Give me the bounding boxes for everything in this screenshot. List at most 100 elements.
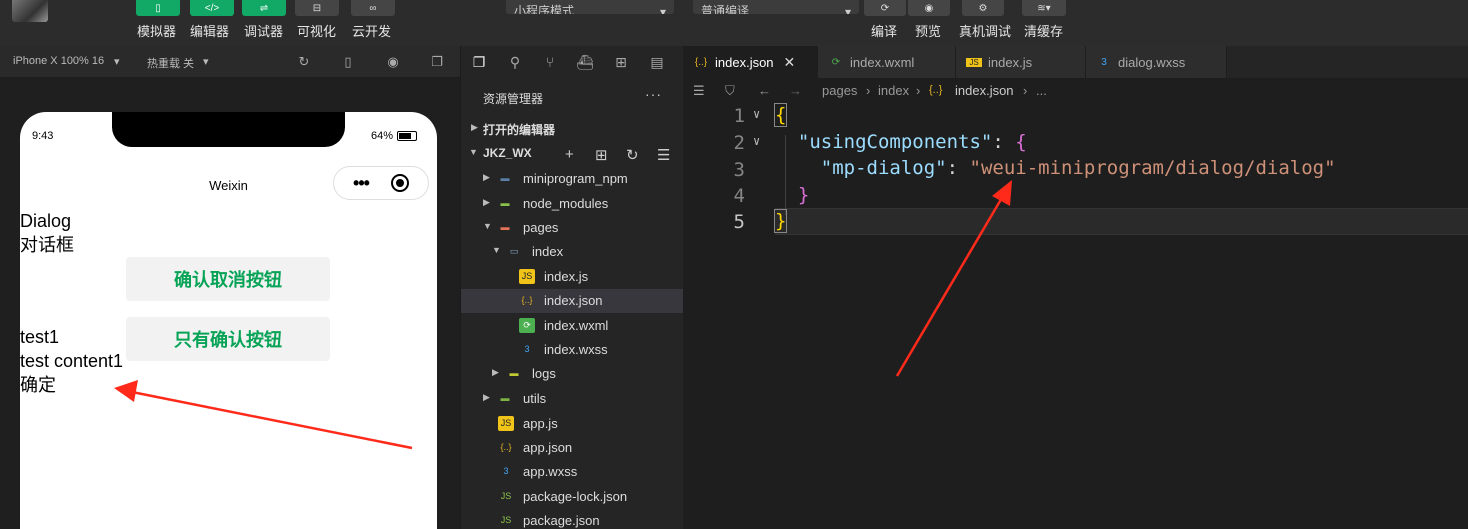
tree-item-label: index.json bbox=[544, 293, 603, 308]
files-icon[interactable]: ❐ bbox=[470, 53, 488, 71]
status-battery: 64% bbox=[371, 130, 418, 142]
stop-icon[interactable]: ◉ bbox=[385, 54, 401, 70]
editor-icon[interactable]: </> bbox=[190, 0, 234, 16]
editor-tab[interactable]: {..} index.json ✕ bbox=[683, 46, 818, 78]
mode-select[interactable]: 小程序模式 ▾ bbox=[506, 0, 674, 14]
editor-tab[interactable]: JS index.js bbox=[956, 46, 1086, 78]
editor-tab[interactable]: ⟳ index.wxml bbox=[818, 46, 956, 78]
more-icon[interactable]: ••• bbox=[353, 174, 370, 192]
preview-button-label[interactable]: 预览 bbox=[915, 21, 941, 40]
detach-window-icon[interactable]: ❐ bbox=[429, 54, 445, 70]
line-number: 4 bbox=[733, 185, 745, 207]
breadcrumb-pages[interactable]: pages bbox=[822, 83, 857, 98]
list-icon[interactable]: ☰ bbox=[693, 83, 705, 99]
menu-capsule[interactable]: ••• bbox=[333, 166, 429, 200]
storage-icon[interactable]: ▤ bbox=[648, 53, 666, 71]
dialog-confirm[interactable]: 确定 bbox=[20, 373, 56, 397]
page-heading: Dialog bbox=[20, 211, 72, 231]
new-file-icon[interactable]: + bbox=[565, 146, 574, 163]
confirm-only-button[interactable]: 只有确认按钮 bbox=[126, 317, 330, 361]
tree-item[interactable]: 3 app.wxss bbox=[461, 460, 684, 484]
preview-icon[interactable]: ◉ bbox=[908, 0, 950, 16]
editor-button-label[interactable]: 编辑器 bbox=[190, 21, 229, 40]
tree-item-label: logs bbox=[532, 366, 556, 381]
json-file-icon: {..} bbox=[521, 295, 533, 305]
tree-item[interactable]: JS package-lock.json bbox=[461, 485, 684, 509]
clear-cache-button-label[interactable]: 清缓存 bbox=[1024, 21, 1063, 40]
forward-arrow-icon[interactable]: → bbox=[789, 83, 802, 98]
debug-device-icon[interactable]: ⚙ bbox=[962, 0, 1004, 16]
visualize-icon[interactable]: ⊟ bbox=[295, 0, 339, 16]
rotate-icon[interactable]: ↻ bbox=[296, 54, 312, 70]
js-file-icon: JS bbox=[519, 269, 535, 284]
compile-icon[interactable]: ⟳ bbox=[864, 0, 906, 16]
tree-item[interactable]: 3 index.wxss bbox=[461, 338, 684, 362]
compile-button-label[interactable]: 编译 bbox=[871, 21, 897, 40]
tree-item[interactable]: JS app.js bbox=[461, 412, 684, 436]
open-editors-section[interactable]: ▶ 打开的编辑器 bbox=[461, 117, 684, 141]
search-icon[interactable]: ⚲ bbox=[506, 53, 524, 71]
breadcrumb-file[interactable]: index.json bbox=[955, 83, 1014, 98]
editor-tab[interactable]: 3 dialog.wxss bbox=[1086, 46, 1227, 78]
tree-item-label: miniprogram_npm bbox=[523, 171, 628, 186]
code-line-5: } bbox=[773, 209, 788, 233]
breadcrumb-more[interactable]: ... bbox=[1036, 83, 1047, 98]
debugger-button-label[interactable]: 调试器 bbox=[244, 21, 283, 40]
chevron-down-icon[interactable]: ▾ bbox=[203, 55, 209, 68]
logs-folder-icon: ▬ bbox=[509, 368, 519, 378]
folder-open-icon: ▭ bbox=[509, 246, 519, 256]
line-number: 3 bbox=[733, 159, 745, 181]
bookmark-icon[interactable]: ⛉ bbox=[725, 83, 735, 99]
tree-item[interactable]: ▶ ▬ node_modules bbox=[461, 192, 684, 216]
avatar[interactable] bbox=[12, 0, 48, 22]
collapse-all-icon[interactable]: ☰ bbox=[657, 146, 670, 164]
tree-item[interactable]: {..} app.json bbox=[461, 436, 684, 460]
tree-item[interactable]: JS index.js bbox=[461, 265, 684, 289]
debugger-icon[interactable]: ⇌ bbox=[242, 0, 286, 16]
breadcrumb-index[interactable]: index bbox=[878, 83, 909, 98]
fold-icon[interactable]: ∨ bbox=[753, 134, 760, 148]
confirm-cancel-button[interactable]: 确认取消按钮 bbox=[126, 257, 330, 301]
cloud-icon[interactable]: ∞ bbox=[351, 0, 395, 16]
phone-screen: 9:43 64% Weixin ••• Dialog 对话框 确认取消按钮 只有… bbox=[20, 112, 437, 529]
tree-item[interactable]: ▶ ▬ utils bbox=[461, 387, 684, 411]
project-section[interactable]: ▼ JKZ_WX + ⊞ ↻ ☰ bbox=[461, 142, 684, 166]
more-icon[interactable]: ··· bbox=[645, 86, 662, 102]
tree-item[interactable]: ▶ ▬ logs bbox=[461, 362, 684, 386]
refresh-icon[interactable]: ↻ bbox=[626, 146, 639, 164]
phone-icon[interactable]: ▯ bbox=[340, 54, 356, 70]
tree-item-label: pages bbox=[523, 220, 559, 235]
line-number: 5 bbox=[733, 211, 745, 233]
close-miniprogram-icon[interactable] bbox=[390, 174, 409, 192]
compile-select[interactable]: 普通编译 ▾ bbox=[693, 0, 859, 14]
code-editor[interactable]: 1 2 3 4 5 ∨ ∨ { "usingComponents": { "mp… bbox=[683, 103, 1468, 529]
pages-folder-icon: ▬ bbox=[500, 222, 510, 232]
close-icon[interactable]: ✕ bbox=[784, 54, 796, 71]
simulator-toolbar: iPhone X 100% 16 ▾ 热重载 关 ▾ ↻ ▯ ◉ ❐ bbox=[0, 46, 460, 78]
hot-reload-toggle[interactable]: 热重载 关 bbox=[147, 55, 194, 71]
visualize-button-label[interactable]: 可视化 bbox=[297, 21, 336, 40]
clear-cache-icon[interactable]: ≋▾ bbox=[1022, 0, 1066, 16]
tree-item[interactable]: ▼ ▬ pages bbox=[461, 216, 684, 240]
tree-item[interactable]: JS package.json bbox=[461, 509, 684, 529]
chevron-down-icon: ▼ bbox=[469, 147, 478, 157]
docker-icon[interactable]: ⛴ bbox=[576, 53, 594, 71]
tree-item[interactable]: ⟳ index.wxml bbox=[461, 314, 684, 338]
device-debug-button-label[interactable]: 真机调试 bbox=[959, 21, 1011, 40]
extensions-icon[interactable]: ⊞ bbox=[612, 53, 630, 71]
simulator-icon[interactable]: ▯ bbox=[136, 0, 180, 16]
utils-folder-icon: ▬ bbox=[500, 393, 510, 403]
new-folder-icon[interactable]: ⊞ bbox=[595, 146, 608, 164]
chevron-down-icon[interactable]: ▾ bbox=[114, 55, 120, 68]
tree-item[interactable]: ▶ ▬ miniprogram_npm bbox=[461, 167, 684, 191]
tree-item[interactable]: ▼ ▭ index bbox=[461, 240, 684, 264]
editor-tab-label: dialog.wxss bbox=[1118, 54, 1186, 70]
source-control-icon[interactable]: ⑂ bbox=[541, 53, 559, 71]
devtools-window: ▯ 模拟器 </> 编辑器 ⇌ 调试器 ⊟ 可视化 ∞ 云开发 小程序模式 ▾ 普通编译 ▾ ⟳ … bbox=[0, 0, 1468, 529]
simulator-button-label[interactable]: 模拟器 bbox=[137, 21, 176, 40]
back-arrow-icon[interactable]: ← bbox=[758, 83, 771, 98]
fold-icon[interactable]: ∨ bbox=[753, 107, 760, 121]
device-select[interactable]: iPhone X 100% 16 bbox=[13, 55, 104, 67]
tree-item[interactable]: {..} index.json bbox=[461, 289, 684, 313]
cloud-button-label[interactable]: 云开发 bbox=[352, 21, 391, 40]
